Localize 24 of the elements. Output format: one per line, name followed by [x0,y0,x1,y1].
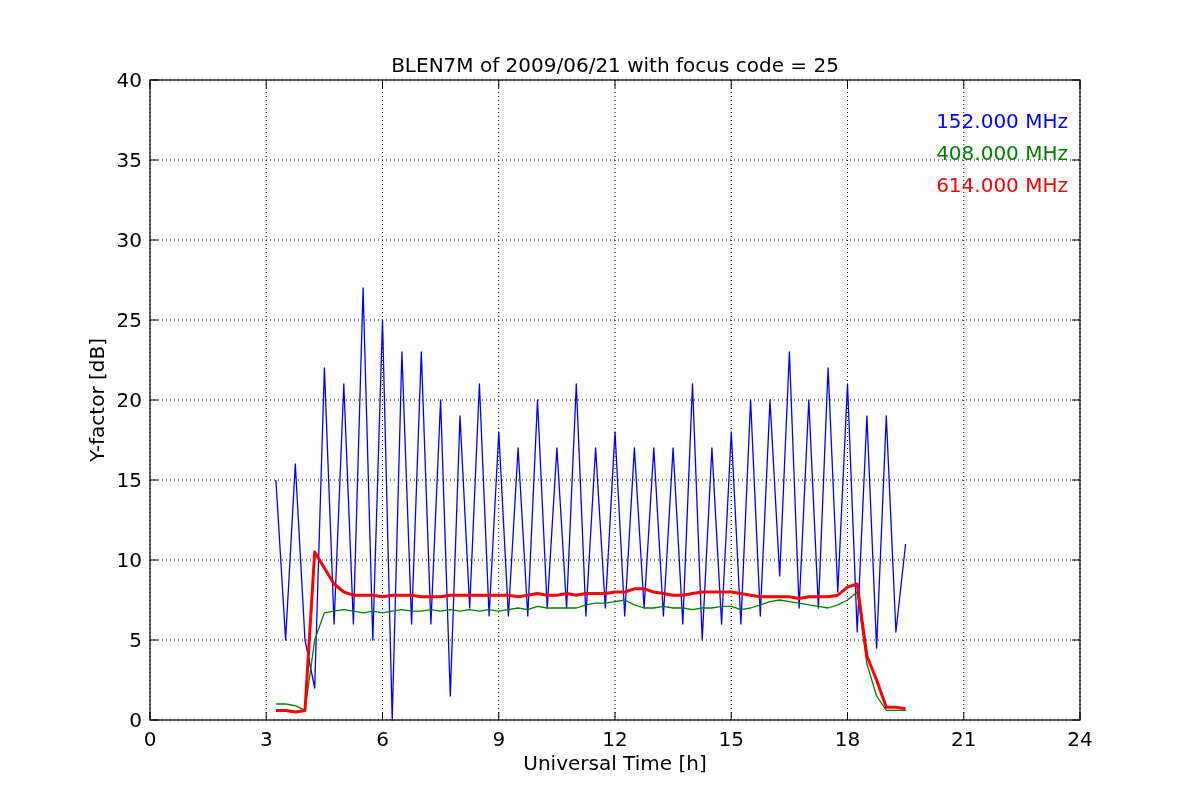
legend-label: 614.000 MHz [936,173,1068,197]
x-tick-label: 24 [1067,727,1093,751]
y-tick-label: 15 [116,468,142,492]
x-tick-label: 21 [951,727,977,751]
legend-label: 408.000 MHz [936,141,1068,165]
y-tick-label: 30 [116,228,142,252]
y-tick-label: 35 [116,148,142,172]
x-tick-label: 6 [376,727,389,751]
y-tick-label: 10 [116,548,142,572]
x-tick-label: 3 [259,727,273,751]
y-tick-label: 0 [129,708,142,732]
x-axis-label: Universal Time [h] [523,751,707,775]
x-tick-label: 0 [143,727,157,751]
x-tick-label: 18 [834,727,861,751]
y-tick-label: 5 [129,628,142,652]
y-tick-label: 40 [116,68,142,92]
y-axis-label: Y-factor [dB] [85,338,109,462]
x-tick-label: 15 [718,727,744,751]
y-tick-label: 20 [116,388,142,412]
x-tick-label: 12 [602,727,628,751]
legend-label: 152.000 MHz [936,109,1068,133]
x-tick-label: 9 [492,727,506,751]
y-tick-label: 25 [116,308,142,332]
chart-title: BLEN7M of 2009/06/21 with focus code = 25 [391,53,839,77]
